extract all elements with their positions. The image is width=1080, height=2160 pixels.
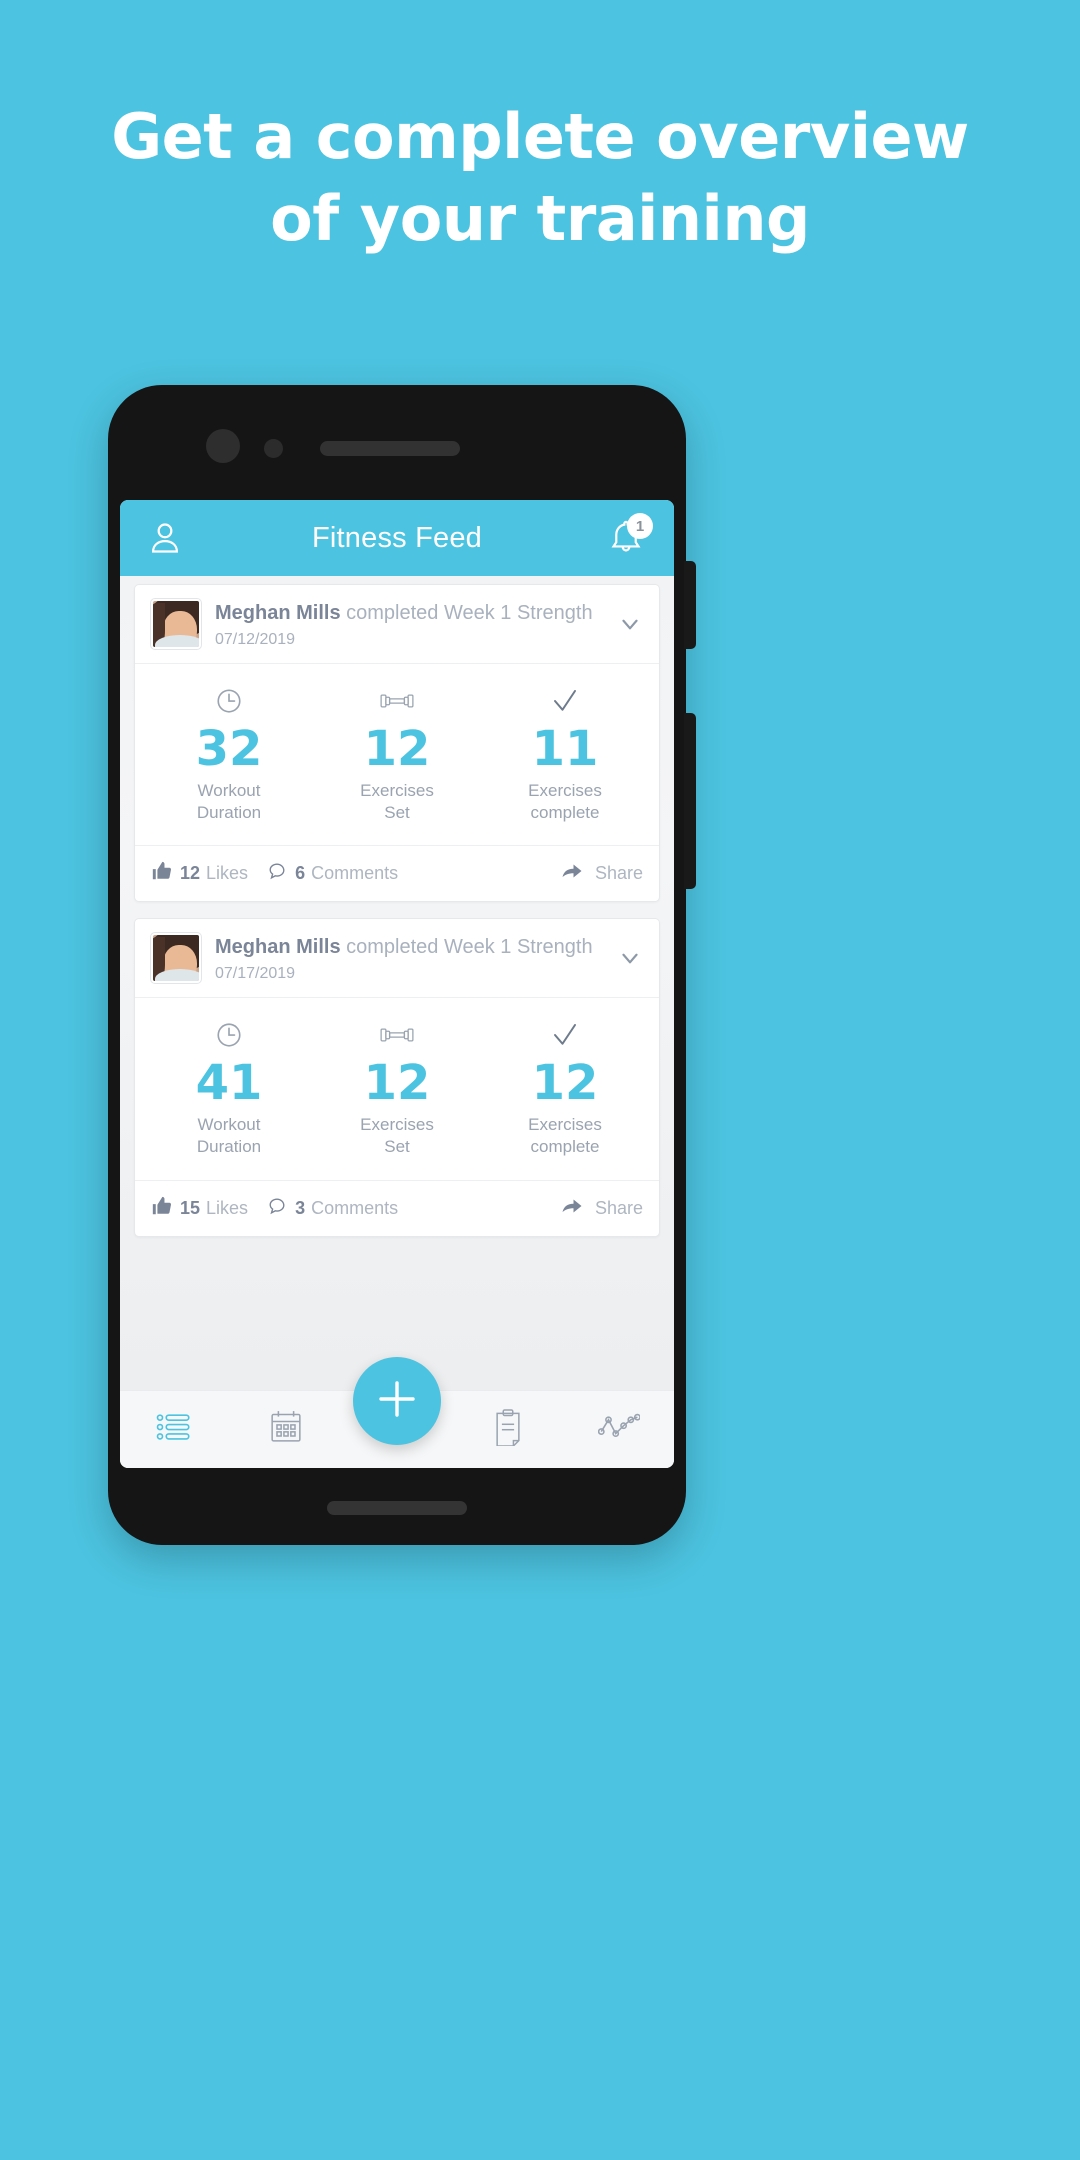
stat-value: 12 [363,721,431,777]
comment-bubble-icon [266,860,288,887]
feed-post-card[interactable]: Meghan Mills completed Week 1 Strength 0… [134,918,660,1237]
post-date: 07/17/2019 [215,964,296,982]
stat-workout-duration: 32 Workout Duration [145,684,313,823]
nav-item-progress[interactable] [563,1413,674,1446]
stat-label-2: Duration [196,1136,262,1156]
stat-value: 11 [531,721,599,777]
comments-count: 3 [295,1197,306,1218]
stat-exercises-complete: 11 Exercises complete [481,684,649,823]
phone-screen: Fitness Feed 1 Meghan Mills completed We… [120,500,674,1468]
dumbbell-icon [313,684,481,718]
power-button[interactable] [684,713,696,889]
post-actions: 12 Likes 6 Comments Share [135,846,659,901]
nav-item-feed[interactable] [120,1412,231,1447]
stat-label-2: Set [384,802,410,822]
share-action[interactable]: Share [560,1194,643,1223]
stat-label-1: Exercises [360,1115,434,1135]
post-stats: 41 Workout Duration 12 Exercises Set 12 … [135,998,659,1181]
stat-workout-duration: 41 Workout Duration [145,1018,313,1157]
likes-action[interactable]: 15 Likes [151,1195,248,1222]
avatar [151,933,201,984]
page-title-text: Fitness Feed [311,521,483,554]
likes-label: Likes [206,863,249,884]
stat-label-1: Exercises [528,780,602,800]
post-actions: 15 Likes 3 Comments Share [135,1181,659,1236]
stat-label-2: Duration [196,802,262,822]
stat-value: 12 [531,1055,599,1112]
share-label: Share [594,863,643,884]
thumbs-up-icon [151,1195,173,1222]
add-workout-button[interactable] [353,1357,441,1445]
chart-line-icon [597,1413,641,1446]
comments-action[interactable]: 6 Comments [266,860,398,887]
clipboard-icon [491,1408,525,1451]
earpiece-speaker [320,441,460,456]
volume-button[interactable] [684,561,696,649]
likes-action[interactable]: 12 Likes [151,860,248,887]
page-title: Get a complete overview of your training [111,100,969,255]
bell-icon[interactable]: 1 [604,513,653,560]
stat-label-1: Workout [197,1115,261,1135]
notification-badge: 1 [627,513,653,539]
comments-label: Comments [311,1197,399,1218]
chevron-down-icon[interactable] [617,611,643,637]
post-header[interactable]: Meghan Mills completed Week 1 Strength 0… [135,919,659,999]
post-action: completed Week 1 Strength [346,601,593,624]
camera-lens-icon [206,429,240,463]
phone-top-bezel [108,385,686,497]
stat-label-1: Exercises [360,780,434,800]
plus-icon [373,1375,421,1428]
share-arrow-icon [560,859,584,888]
dumbbell-icon [313,1018,481,1052]
clock-icon [145,1018,313,1052]
stat-label-2: Set [384,1136,410,1156]
likes-count: 12 [180,863,201,884]
stat-label-2: complete [530,1136,600,1156]
stat-value: 41 [195,1055,263,1112]
feed-list-icon [156,1412,194,1447]
comment-bubble-icon [266,1195,288,1222]
share-label: Share [594,1197,643,1218]
stat-value: 12 [363,1055,431,1112]
stat-label-1: Exercises [528,1115,602,1135]
comments-count: 6 [295,863,306,884]
thumbs-up-icon [151,860,173,887]
likes-label: Likes [206,1197,249,1218]
app-header: Fitness Feed 1 [120,500,674,576]
check-icon [481,1018,649,1052]
nav-item-clipboard[interactable] [452,1408,563,1451]
post-action: completed Week 1 Strength [346,935,593,958]
bottom-navigation [120,1357,674,1468]
check-icon [481,684,649,718]
clock-icon [145,684,313,718]
post-username: Meghan Mills [215,601,341,624]
stat-label-1: Workout [197,780,261,800]
stat-exercises-set: 12 Exercises Set [313,684,481,823]
nav-item-calendar[interactable] [231,1409,342,1450]
person-icon[interactable] [146,519,184,557]
share-action[interactable]: Share [560,859,643,888]
sensor-dot-icon [264,439,283,458]
stat-exercises-set: 12 Exercises Set [313,1018,481,1157]
comments-label: Comments [311,863,399,884]
post-username: Meghan Mills [215,935,341,958]
phone-bottom-speaker [327,1501,467,1515]
likes-count: 15 [180,1197,201,1218]
feed-post-card[interactable]: Meghan Mills completed Week 1 Strength 0… [134,584,660,903]
stat-label-2: complete [530,802,600,822]
post-stats: 32 Workout Duration 12 Exercises Set 11 … [135,664,659,847]
phone-mockup: Fitness Feed 1 Meghan Mills completed We… [108,385,696,1545]
post-header[interactable]: Meghan Mills completed Week 1 Strength 0… [135,585,659,664]
chevron-down-icon[interactable] [617,945,643,971]
stat-value: 32 [195,721,263,777]
share-arrow-icon [560,1194,584,1223]
stat-exercises-complete: 12 Exercises complete [481,1018,649,1157]
avatar [151,599,201,649]
comments-action[interactable]: 3 Comments [266,1195,398,1222]
feed-list[interactable]: Meghan Mills completed Week 1 Strength 0… [120,576,674,1390]
post-date: 07/12/2019 [215,630,296,648]
calendar-icon [268,1409,304,1450]
